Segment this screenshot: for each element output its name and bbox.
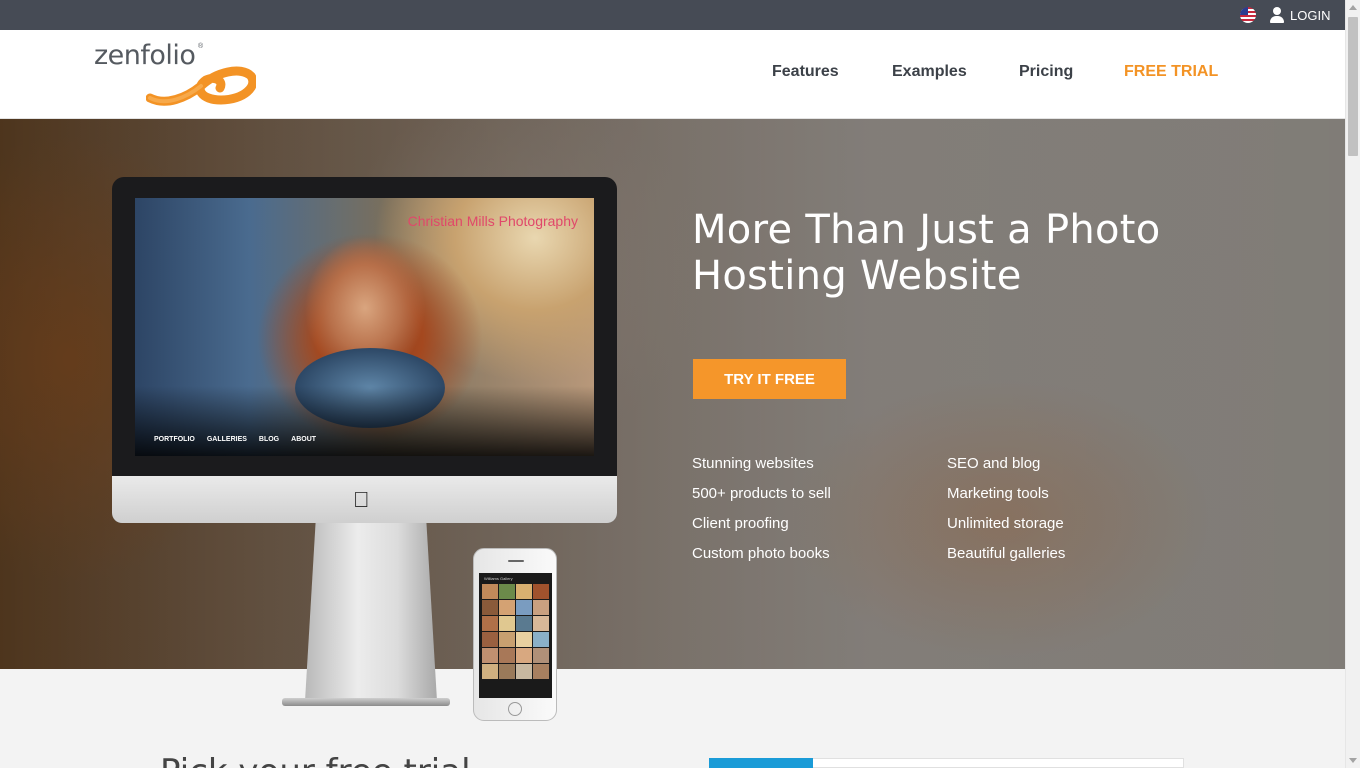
nav-free-trial[interactable]: FREE TRIAL (1124, 63, 1218, 81)
mockup-nav-item: GALLERIES (206, 436, 247, 443)
feature-item: SEO and blog (947, 455, 1041, 472)
try-it-free-button[interactable]: TRY IT FREE (693, 359, 846, 399)
logo-swirl-icon (146, 66, 256, 106)
phone-photo-grid (479, 584, 552, 679)
feature-item: Custom photo books (692, 545, 830, 562)
mockup-site-title: Christian Mills Photography (407, 213, 578, 229)
feature-item: Unlimited storage (947, 515, 1064, 532)
login-link[interactable]: LOGIN (1270, 6, 1330, 24)
section-heading: Pick your free trial (160, 752, 471, 768)
mockup-site-nav: PORTFOLIO GALLERIES BLOG ABOUT (154, 436, 316, 443)
iphone-mockup: Williams Gallery (473, 548, 557, 721)
mockup-nav-item: ABOUT (291, 436, 317, 443)
scroll-thumb[interactable] (1348, 17, 1358, 156)
page-scrollbar[interactable] (1345, 0, 1360, 768)
phone-gallery-title: Williams Gallery (484, 576, 513, 581)
phone-screen: Williams Gallery (479, 573, 552, 698)
hero-title: More Than Just a Photo Hosting Website (692, 207, 1212, 299)
video-panel-tab[interactable] (709, 758, 813, 768)
us-flag-icon[interactable] (1240, 7, 1256, 23)
feature-item: Marketing tools (947, 485, 1049, 502)
logo-registered-mark: ® (198, 43, 204, 50)
phone-home-button (508, 702, 522, 716)
apple-logo-icon:  (353, 487, 370, 513)
hero-title-line1: More Than Just a Photo (692, 207, 1161, 253)
feature-item: Beautiful galleries (947, 545, 1066, 562)
mockup-nav-item: PORTFOLIO (154, 436, 195, 443)
imac-stand-base (282, 698, 450, 706)
user-icon (1270, 7, 1284, 23)
site-header: zenfolio ® Features Examples Pricing FRE… (0, 30, 1345, 119)
imac-stand (305, 523, 437, 701)
feature-item: Client proofing (692, 515, 789, 532)
mockup-nav-item: BLOG (258, 436, 280, 443)
feature-item: Stunning websites (692, 455, 814, 472)
hero-title-line2: Hosting Website (692, 253, 1022, 299)
top-utility-bar: LOGIN (0, 0, 1345, 30)
imac-screen-photo: Christian Mills Photography PORTFOLIO GA… (135, 198, 594, 456)
zenfolio-logo[interactable]: zenfolio ® (94, 40, 264, 110)
login-label: LOGIN (1290, 7, 1331, 23)
nav-examples[interactable]: Examples (892, 63, 967, 81)
scroll-up-icon[interactable] (1349, 5, 1357, 10)
feature-item: 500+ products to sell (692, 485, 831, 502)
nav-pricing[interactable]: Pricing (1019, 63, 1073, 81)
nav-features[interactable]: Features (772, 63, 839, 81)
scroll-down-icon[interactable] (1349, 758, 1357, 763)
